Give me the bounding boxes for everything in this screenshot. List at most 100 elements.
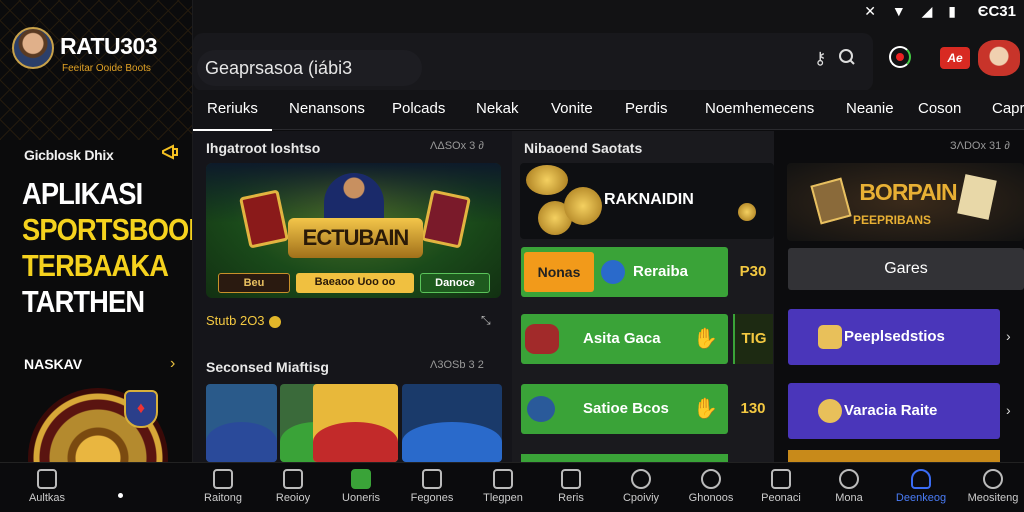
market-row-partial [521,454,728,462]
key-icon[interactable]: ⚷ [814,49,826,69]
hero-headline: APLIKASI SPORTSBOOK TERBAAKA TARTHEN [22,176,193,320]
coin-icon [564,187,602,225]
hero-line: SPORTSBOOK [22,212,193,247]
banner-button[interactable]: Baeaoo Uoo oo [296,273,414,293]
chevron-right-icon[interactable]: › [1006,328,1011,344]
middle-title: Nibaoend Saotats [524,140,643,156]
player-icon [525,324,559,354]
coins-banner[interactable]: RAKNAIDIN [520,163,774,239]
store-icon [493,469,513,489]
market-row[interactable]: Satioe Bcos ✋ [521,384,728,434]
search-icon[interactable] [838,48,856,71]
search-input[interactable] [197,50,422,86]
home-green-icon [351,469,371,489]
flag-icon [422,469,442,489]
nav-item-meositeng[interactable]: Meositeng [958,463,1024,512]
odds-value[interactable]: P30 [733,247,773,297]
games-button[interactable]: Gares [788,248,1024,290]
odds-value[interactable]: TIG [733,314,773,364]
player-thumb[interactable] [313,384,398,462]
tab-vonite[interactable]: Vonite [551,100,593,117]
nav-item-tlegpen[interactable]: Tlegpen [468,463,538,512]
nav-item-mona[interactable]: Mona [814,463,884,512]
briefcase-icon [771,469,791,489]
game-row-label: Varacia Raite [844,402,938,419]
ticket-icon [283,469,303,489]
hand-icon: ✋ [693,398,718,420]
coin-icon [268,315,281,328]
record-icon[interactable] [889,46,911,68]
side-link[interactable]: NASKAV [24,356,82,372]
nav-item-deenkeog[interactable]: Deenkeog [886,463,956,512]
market-row[interactable]: Asita Gaca ✋ [521,314,728,364]
mascot-avatar[interactable] [978,40,1020,76]
nav-item-ghonoos[interactable]: Ghonoos [676,463,746,512]
ticket-icon [818,325,842,349]
banner-button[interactable]: Danoce [420,273,490,293]
promo-label: Gicblosk Dhix [24,147,114,163]
game-banner-subtitle: PEEPRIBANS [853,213,932,227]
coin-icon [738,203,756,221]
expand-icon[interactable]: ⤡ [481,313,491,328]
home-icon [37,469,57,489]
nav-item-reoioy[interactable]: Reoioy [258,463,328,512]
nav-item-reris[interactable]: Reris [536,463,606,512]
megaphone-icon[interactable] [160,143,180,163]
tab-polcads[interactable]: Polcads [392,100,445,117]
tab-perdis[interactable]: Perdis [625,100,668,117]
second-title: Seconsed Miaftisg [206,359,329,375]
game-row[interactable]: Peeplsedstios [788,309,1000,365]
featured-title: Ihgatroot Ioshtso [206,140,321,156]
nav-item-uoneris[interactable]: Uoneris [326,463,396,512]
nav-item-aultkas[interactable]: Aultkas [12,463,82,512]
market-row[interactable]: Nonas Reraiba [521,247,728,297]
player-thumb[interactable] [206,384,277,462]
chevron-right-icon[interactable]: › [170,355,175,373]
status-icons: ✕ ▼ ◢ ▮ [864,3,962,19]
tab-capr[interactable]: Capr [992,100,1024,117]
left-panel: RATU303 Feeitar Ooide Boots Gicblosk Dhi… [0,0,193,462]
nav-item-fegones[interactable]: Fegones [397,463,467,512]
game-row[interactable]: Varacia Raite [788,383,1000,439]
stats-label: Stutb 2O3 [206,313,281,328]
user-icon [701,469,721,489]
tab-reriuks[interactable]: Reriuks [193,100,272,131]
banner-button[interactable]: Beu eocerooo [218,273,290,298]
second-meta: Λ3OSb 3 2 [430,359,484,371]
tab-neanie[interactable]: Neanie [846,100,894,117]
market-label: Reraiba [633,263,689,280]
globe-icon [839,469,859,489]
ball-icon [601,260,625,284]
bag-icon [213,469,233,489]
avatar[interactable] [12,27,54,69]
tab-coson[interactable]: Coson [918,100,961,117]
category-tabs: Reriuks Nenansons Polcads Nekak Vonite P… [193,90,1024,131]
player-thumbnails [206,384,502,462]
odds-value[interactable]: 130 [733,384,773,434]
coins-title: RAKNAIDIN [604,191,694,208]
status-time: ЄC31 [977,3,1016,20]
page-dot [118,493,123,498]
chat-icon [631,469,651,489]
player-thumb[interactable] [402,384,502,462]
bottom-nav: Aultkas Raitong Reoioy Uoneris Fegones T… [0,462,1024,512]
shield-badge-icon: ♦ [124,390,158,428]
coin-icon [526,165,568,195]
tab-nekak[interactable]: Nekak [476,100,519,117]
game-row-label: Peeplsedstios [844,328,945,345]
market-tag: Nonas [524,252,594,292]
nav-item-peonaci[interactable]: Peonaci [746,463,816,512]
hero-line: TARTHEN [22,284,145,319]
market-label: Satioe Bcos [583,400,669,417]
dice-icon [561,469,581,489]
tab-noemhemecens[interactable]: Noemhemecens [705,100,814,117]
game-banner[interactable]: BORPAIN PEEPRIBANS [787,163,1024,241]
nav-item-raitong[interactable]: Raitong [188,463,258,512]
banner-logo: ECTUBAIN [288,218,423,258]
chevron-right-icon[interactable]: › [1006,402,1011,418]
featured-banner[interactable]: ECTUBAIN Beu eocerooo Baeaoo Uoo oo Dano… [206,163,501,298]
nav-item-cpoiviy[interactable]: Cpoiviy [606,463,676,512]
app-badge-icon[interactable]: Ae [940,47,970,69]
stats-text: Stutb 2O3 [206,313,265,328]
tab-nenansons[interactable]: Nenansons [289,100,365,117]
